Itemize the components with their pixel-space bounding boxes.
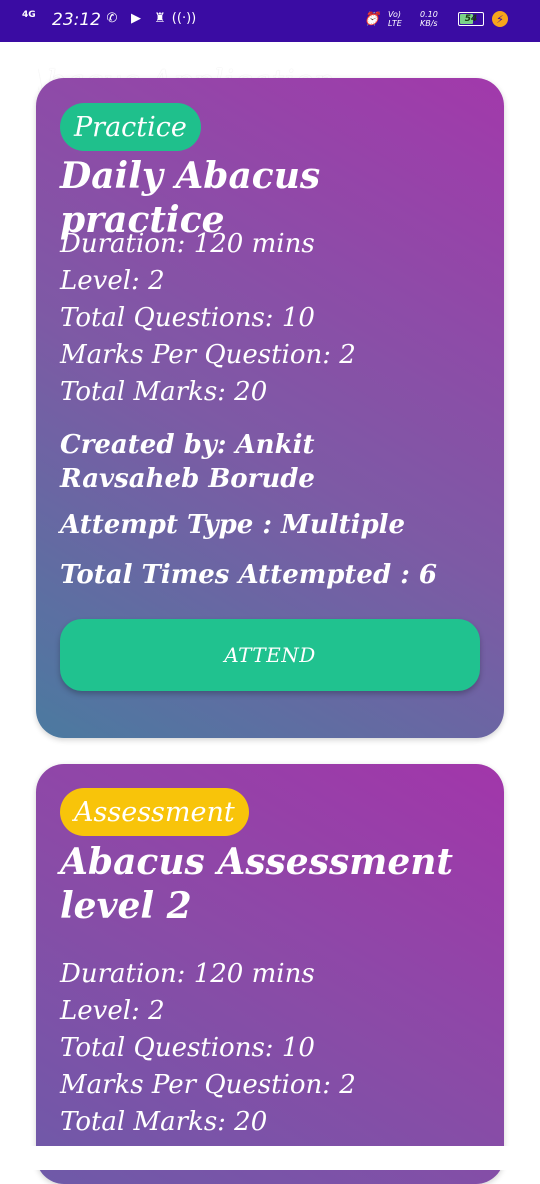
- practice-card[interactable]: Practice Daily Abacus practice Duration:…: [36, 78, 504, 738]
- test-title: Abacus Assessment level 2: [60, 841, 454, 927]
- created-by-text: Created by: Ankit Ravsaheb Borude: [60, 430, 315, 494]
- marks-per-question-text: Marks Per Question: 2: [60, 1070, 356, 1100]
- test-details: Duration: 120 mins Level: 2 Total Questi…: [60, 226, 480, 411]
- attempt-type-text: Attempt Type : Multiple: [60, 510, 406, 540]
- total-marks-text: Total Marks: 20: [60, 377, 268, 407]
- charging-icon: ⚡: [492, 11, 508, 27]
- level-text: Level: 2: [60, 266, 165, 296]
- trophy-icon: ♜: [154, 10, 166, 26]
- test-details: Duration: 120 mins Level: 2 Total Questi…: [60, 956, 480, 1141]
- hotspot-icon: ((·)): [171, 10, 197, 26]
- net-speed: 0.10 KB/s: [420, 10, 438, 28]
- bottom-edge: [0, 1146, 540, 1170]
- attend-button[interactable]: ATTEND: [60, 619, 480, 691]
- whatsapp-icon: ✆: [106, 10, 118, 26]
- test-type-badge: Assessment: [60, 788, 249, 836]
- marks-per-question-text: Marks Per Question: 2: [60, 340, 356, 370]
- youtube-icon: ▶: [131, 10, 141, 26]
- duration-text: Duration: 120 mins: [60, 959, 315, 989]
- total-marks-text: Total Marks: 20: [60, 1107, 268, 1137]
- volte-indicator: Vo) LTE: [388, 10, 402, 28]
- total-questions-text: Total Questions: 10: [60, 1033, 315, 1063]
- status-bar: 4G 23:12 ✆ ▶ ♜ ((·)) ⏰ Vo) LTE 0.10 KB/s…: [0, 0, 540, 42]
- system-icons: ⏰ Vo) LTE 0.10 KB/s 54 ⚡: [364, 10, 508, 28]
- duration-text: Duration: 120 mins: [60, 229, 315, 259]
- network-indicator: 4G: [22, 10, 36, 20]
- battery-icon: 54: [458, 12, 484, 26]
- level-text: Level: 2: [60, 996, 165, 1026]
- total-questions-text: Total Questions: 10: [60, 303, 315, 333]
- times-attempted-text: Total Times Attempted : 6: [60, 560, 437, 590]
- alarm-icon: ⏰: [363, 11, 381, 27]
- battery-level: 54: [464, 14, 478, 24]
- assessment-card[interactable]: Assessment Abacus Assessment level 2 Dur…: [36, 764, 504, 1184]
- test-type-badge: Practice: [60, 103, 201, 151]
- clock: 23:12: [52, 10, 101, 30]
- notification-icons: ✆ ▶ ♜ ((·)): [104, 10, 197, 26]
